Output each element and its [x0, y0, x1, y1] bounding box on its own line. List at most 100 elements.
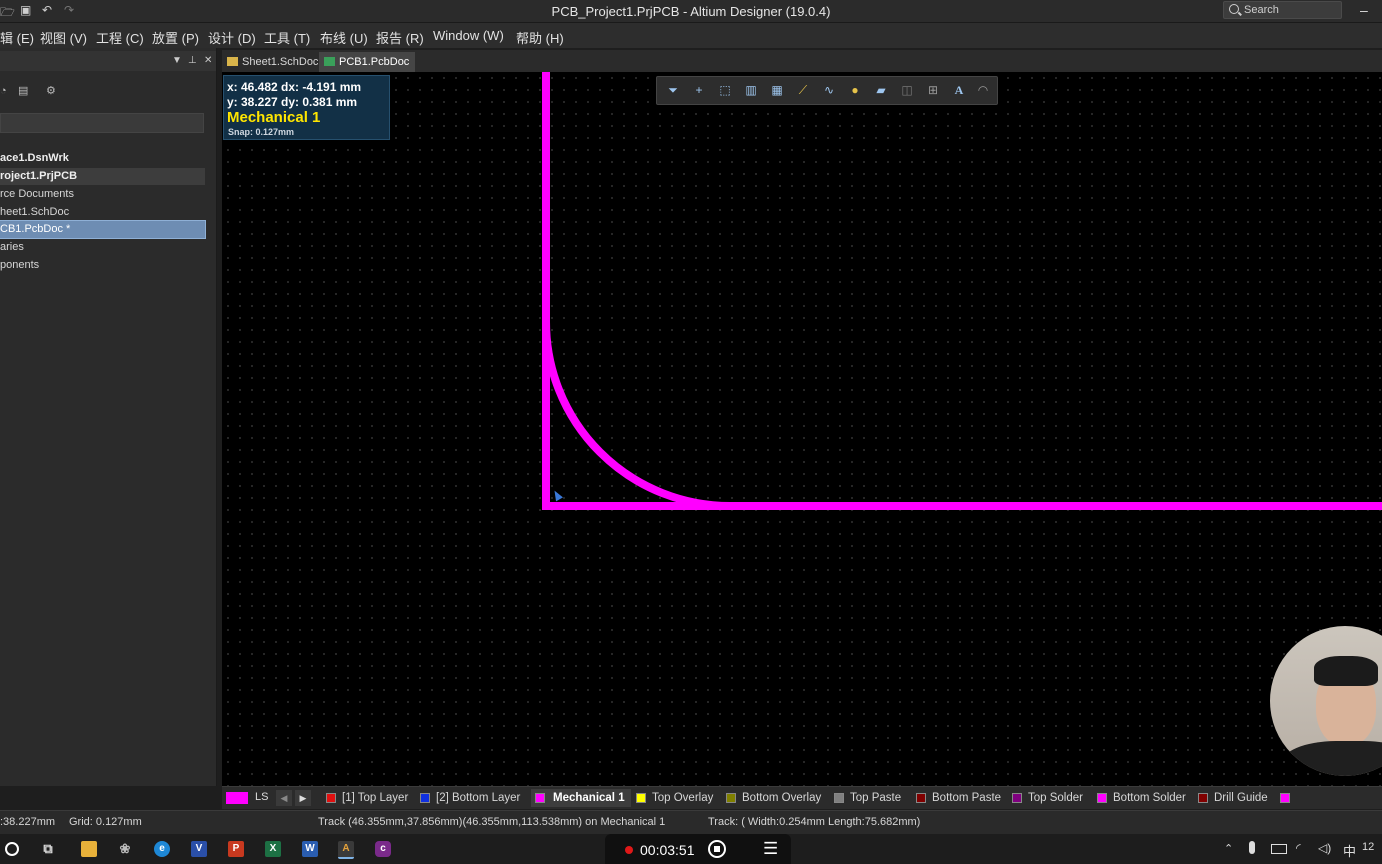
- panel-search-input[interactable]: [0, 113, 204, 133]
- tree-item-source-documents[interactable]: rce Documents: [0, 186, 205, 203]
- tab-pcb1-pcbdoc[interactable]: PCB1.PcbDoc *: [319, 52, 415, 88]
- recorder-menu-icon[interactable]: ☰: [763, 839, 778, 859]
- board-corner-arc[interactable]: [542, 321, 731, 510]
- layer-tab-next[interactable]: [1280, 789, 1296, 807]
- layer-tabs-bar: LS ◀ ▶ [1] Top Layer [2] Bottom Layer Me…: [222, 786, 1382, 809]
- minimize-button[interactable]: –: [1360, 2, 1368, 18]
- tray-chevron-icon[interactable]: ⌃: [1224, 842, 1233, 855]
- layer-tab-mechanical-1[interactable]: Mechanical 1: [531, 789, 631, 807]
- menu-edit[interactable]: 辑 (E): [0, 28, 34, 47]
- projects-panel: ▼ ⊥ ✕ ◔ ▤ ⚙ ace1.DsnWrk roject1.PrjPCB r…: [0, 48, 217, 786]
- status-track-info: Track: ( Width:0.254mm Length:75.682mm): [708, 816, 921, 828]
- arc-icon[interactable]: ◠: [975, 82, 991, 98]
- tree-item-libraries[interactable]: aries: [0, 239, 205, 256]
- word-icon[interactable]: W: [302, 841, 318, 857]
- search-input[interactable]: Search: [1223, 1, 1342, 19]
- layer-scroll-right-icon[interactable]: ▶: [295, 790, 311, 806]
- recorder-app-icon[interactable]: c: [375, 841, 391, 857]
- recording-time: 00:03:51: [640, 842, 695, 858]
- text-icon[interactable]: A: [951, 82, 967, 98]
- cross-icon[interactable]: +: [691, 82, 707, 98]
- panel-toolbar: ◔ ▤ ⚙: [0, 78, 216, 104]
- recorder-bar: 00:03:51 ☰: [605, 834, 791, 864]
- menu-design[interactable]: 设计 (D): [208, 28, 256, 47]
- dimension-icon[interactable]: ⊞: [925, 82, 941, 98]
- task-view-icon[interactable]: ⧉: [40, 841, 56, 857]
- hud-snap: Snap: 0.127mm: [228, 127, 295, 137]
- tab-label: Sheet1.SchDoc: [242, 56, 319, 68]
- workspace-icon[interactable]: ◔: [0, 86, 12, 97]
- polygon-icon[interactable]: ▰: [873, 82, 889, 98]
- menu-project[interactable]: 工程 (C): [96, 28, 144, 47]
- menu-bar: 辑 (E) 视图 (V) 工程 (C) 放置 (P) 设计 (D) 工具 (T)…: [0, 23, 1382, 48]
- powerpoint-icon[interactable]: P: [228, 841, 244, 857]
- schematic-doc-icon: [227, 57, 238, 66]
- visio-icon[interactable]: V: [191, 841, 207, 857]
- document-tabs: Sheet1.SchDoc PCB1.PcbDoc *: [222, 50, 1382, 88]
- pin-icon[interactable]: ⊥: [188, 55, 197, 66]
- pcb-canvas[interactable]: x: 46.482 dx: -4.191 mm y: 38.227 dy: 0.…: [222, 72, 1382, 786]
- altium-icon[interactable]: A: [338, 841, 354, 859]
- status-coordinates: :38.227mm: [0, 816, 56, 828]
- tree-item-pcbdoc[interactable]: CB1.PcbDoc *: [0, 220, 206, 239]
- layer-tab-top-overlay[interactable]: Top Overlay: [636, 789, 713, 807]
- volume-icon[interactable]: ◁): [1318, 841, 1331, 855]
- tree-item-schdoc[interactable]: heet1.SchDoc: [0, 204, 205, 221]
- wifi-icon[interactable]: ◜: [1296, 841, 1301, 855]
- tab-sheet1-schdoc[interactable]: Sheet1.SchDoc: [222, 52, 318, 72]
- close-icon[interactable]: ✕: [204, 55, 212, 66]
- cortana-icon[interactable]: [5, 842, 19, 856]
- tree-item-components[interactable]: ponents: [0, 257, 205, 274]
- panel-menu-icon[interactable]: ▼: [172, 55, 182, 66]
- board-edge-track[interactable]: [542, 72, 1382, 510]
- route-icon[interactable]: ⟋: [795, 82, 811, 98]
- current-layer-swatch[interactable]: [226, 792, 248, 804]
- active-bar-toolbar: ⏷ + ⬚ ▥ ▦ ⟋ ∿ ● ▰ ◫ ⊞ A ◠: [656, 76, 998, 105]
- file-explorer-icon[interactable]: [81, 841, 97, 857]
- tree-item-other[interactable]: [0, 275, 205, 292]
- edge-browser-icon[interactable]: e: [154, 841, 170, 857]
- layer-tab-top-paste[interactable]: Top Paste: [834, 789, 901, 807]
- recording-dot-icon: [625, 846, 633, 854]
- diff-pair-icon[interactable]: ∿: [821, 82, 837, 98]
- tree-item-workspace[interactable]: ace1.DsnWrk: [0, 150, 205, 167]
- stop-square-icon: [714, 846, 720, 852]
- layer-tab-top-solder[interactable]: Top Solder: [1012, 789, 1083, 807]
- heads-up-display: x: 46.482 dx: -4.191 mm y: 38.227 dy: 0.…: [223, 75, 390, 140]
- title-bar: 🗁 ▣ ↶ ↷ PCB_Project1.PrjPCB - Altium Des…: [0, 0, 1382, 23]
- open-project-icon[interactable]: ▤: [18, 86, 30, 97]
- pad-icon[interactable]: ●: [847, 82, 863, 98]
- status-bar: :38.227mm Grid: 0.127mm Track (46.355mm,…: [0, 810, 1382, 835]
- align-icon[interactable]: ▥: [743, 82, 759, 98]
- microphone-icon[interactable]: [1249, 841, 1255, 854]
- filter-icon[interactable]: ⏷: [665, 82, 681, 98]
- layer-set-button[interactable]: LS: [255, 791, 268, 803]
- layer-tab-drill-guide[interactable]: Drill Guide: [1198, 789, 1268, 807]
- ime-indicator[interactable]: 中: [1343, 841, 1356, 860]
- keepout-icon[interactable]: ◫: [899, 82, 915, 98]
- layer-tab-bottom-paste[interactable]: Bottom Paste: [916, 789, 1001, 807]
- menu-view[interactable]: 视图 (V): [40, 28, 87, 47]
- component-icon[interactable]: ▦: [769, 82, 785, 98]
- gear-icon[interactable]: ⚙: [46, 86, 58, 97]
- clock[interactable]: 12: [1362, 841, 1374, 853]
- layer-tab-top-layer[interactable]: [1] Top Layer: [326, 789, 408, 807]
- battery-icon[interactable]: [1271, 844, 1287, 854]
- menu-route[interactable]: 布线 (U): [320, 28, 368, 47]
- menu-reports[interactable]: 报告 (R): [376, 28, 424, 47]
- menu-window[interactable]: Window (W): [433, 28, 504, 43]
- tree-item-project[interactable]: roject1.PrjPCB: [0, 168, 205, 185]
- menu-place[interactable]: 放置 (P): [152, 28, 199, 47]
- layer-tab-bottom-overlay[interactable]: Bottom Overlay: [726, 789, 821, 807]
- excel-icon[interactable]: X: [265, 841, 281, 857]
- layer-tab-bottom-solder[interactable]: Bottom Solder: [1097, 789, 1186, 807]
- menu-tools[interactable]: 工具 (T): [264, 28, 310, 47]
- select-rect-icon[interactable]: ⬚: [717, 82, 733, 98]
- hud-layer: Mechanical 1: [227, 109, 321, 126]
- webcam-hair: [1314, 656, 1378, 686]
- layer-tab-bottom-layer[interactable]: [2] Bottom Layer: [420, 789, 520, 807]
- pcb-doc-icon: [324, 57, 335, 66]
- app-icon[interactable]: ❀: [117, 841, 133, 857]
- menu-help[interactable]: 帮助 (H): [516, 28, 564, 47]
- layer-scroll-left-icon[interactable]: ◀: [276, 790, 292, 806]
